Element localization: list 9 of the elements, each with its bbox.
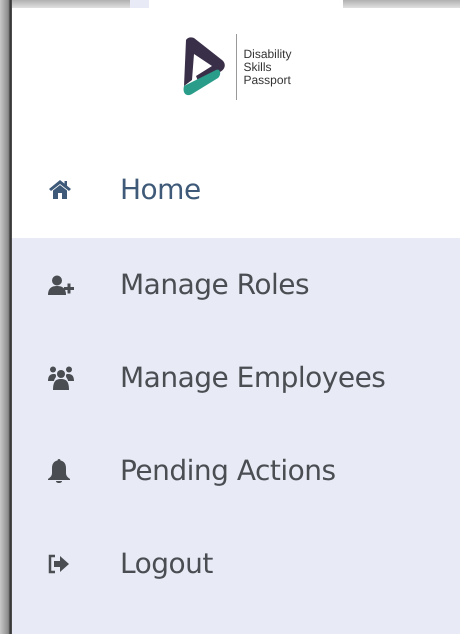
logo-text: Passport xyxy=(243,74,292,86)
menu-item[interactable]: Home xyxy=(12,140,460,238)
group-icon xyxy=(48,366,74,390)
logo-text: Disability xyxy=(243,48,292,60)
add-user-icon xyxy=(48,274,74,294)
home-icon xyxy=(48,179,72,199)
bell-icon xyxy=(48,458,70,482)
sign-out-icon xyxy=(48,554,70,574)
logo-text: Skills xyxy=(243,60,272,74)
